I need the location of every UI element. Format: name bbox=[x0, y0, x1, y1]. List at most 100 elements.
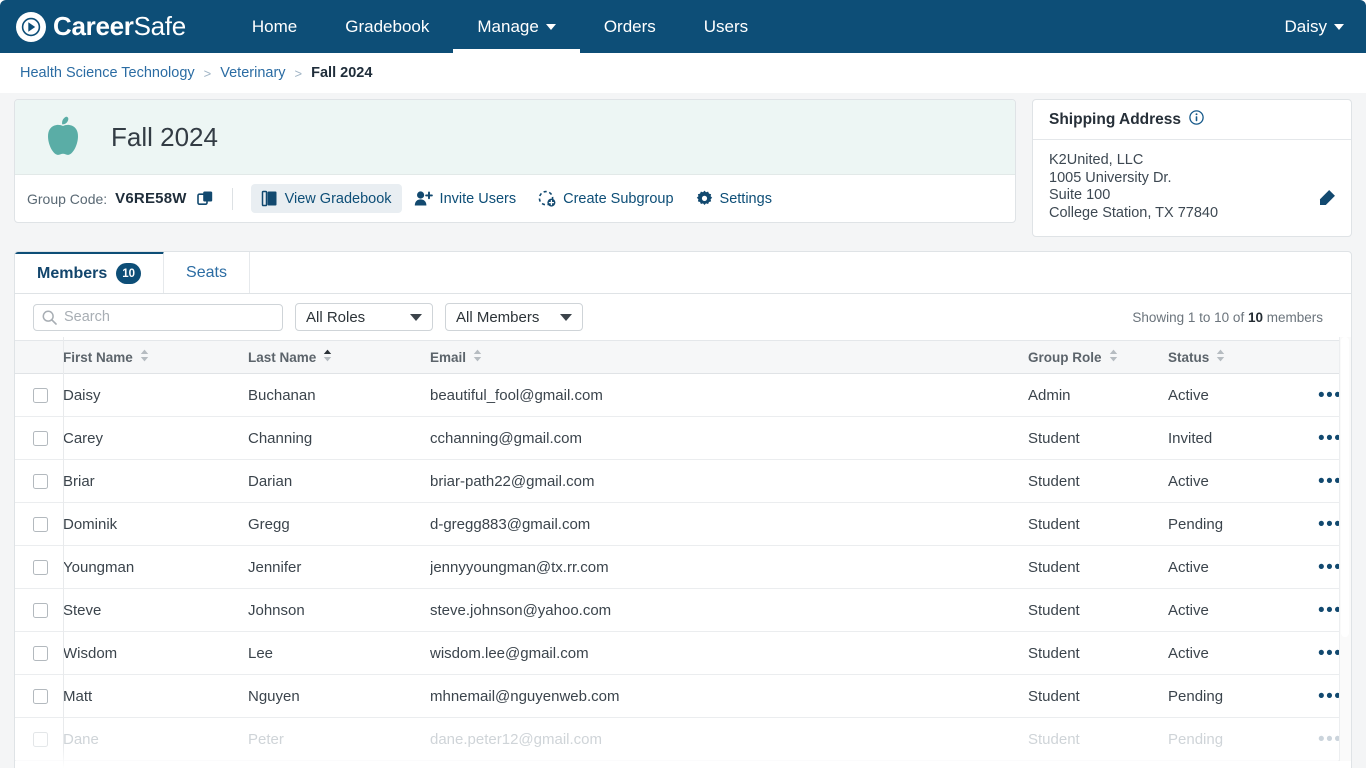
cell-last-name: Jennifer bbox=[248, 546, 430, 589]
tab-seats-label: Seats bbox=[186, 264, 227, 282]
shipping-line-0: K2United, LLC bbox=[1049, 152, 1335, 170]
table-row[interactable]: WisdomLeewisdom.lee@gmail.comStudentActi… bbox=[15, 632, 1352, 675]
shipping-address-header: Shipping Address bbox=[1033, 100, 1351, 140]
brand-light: Safe bbox=[134, 11, 186, 41]
info-circle-icon[interactable] bbox=[1189, 110, 1204, 130]
table-row[interactable]: BriarDarianbriar-path22@gmail.comStudent… bbox=[15, 460, 1352, 503]
column-status[interactable]: Status bbox=[1168, 341, 1318, 374]
members-table-head: First Name Last Name bbox=[15, 341, 1352, 374]
cell-email: mhnemail@nguyenweb.com bbox=[430, 675, 1028, 718]
tab-members[interactable]: Members 10 bbox=[15, 251, 164, 293]
row-select-cell bbox=[15, 546, 63, 589]
group-action-bar: Group Code: V6RE58W bbox=[15, 175, 1015, 222]
search-input[interactable] bbox=[33, 304, 283, 331]
table-scrollbar-thumb[interactable] bbox=[1341, 337, 1349, 637]
cell-first-name: Dane bbox=[63, 718, 248, 761]
cell-last-name: Channing bbox=[248, 417, 430, 460]
nav-item-manage[interactable]: Manage bbox=[453, 0, 579, 53]
row-select-cell bbox=[15, 675, 63, 718]
edit-pencil-icon[interactable] bbox=[1318, 188, 1337, 213]
table-row[interactable]: DaisyBuchananbeautiful_fool@gmail.comAdm… bbox=[15, 374, 1352, 417]
role-filter-value: All Roles bbox=[306, 309, 365, 326]
table-row[interactable]: MattNguyenmhnemail@nguyenweb.comStudentP… bbox=[15, 675, 1352, 718]
column-last-name-label: Last Name bbox=[248, 350, 316, 365]
table-row[interactable]: DominikGreggd-gregg883@gmail.comStudentP… bbox=[15, 503, 1352, 546]
cell-status: Active bbox=[1168, 374, 1318, 417]
cell-last-name: Buchanan bbox=[248, 374, 430, 417]
table-scrollbar[interactable] bbox=[1339, 337, 1351, 768]
sort-icon bbox=[473, 349, 482, 365]
apple-icon bbox=[43, 115, 83, 159]
view-gradebook-button[interactable]: View Gradebook bbox=[251, 184, 402, 213]
role-filter-select[interactable]: All Roles bbox=[295, 303, 433, 331]
nav-item-gradebook[interactable]: Gradebook bbox=[321, 0, 453, 53]
main-nav-items: Home Gradebook Manage Orders Users bbox=[228, 0, 772, 53]
table-row[interactable]: YoungmanJenniferjennyyoungman@tx.rr.comS… bbox=[15, 546, 1352, 589]
row-checkbox[interactable] bbox=[33, 689, 48, 704]
cell-group-role: Student bbox=[1028, 546, 1168, 589]
page-content: Fall 2024 Group Code: V6RE58W bbox=[0, 93, 1366, 768]
row-checkbox[interactable] bbox=[33, 560, 48, 575]
column-group-role-label: Group Role bbox=[1028, 350, 1102, 365]
nav-item-users[interactable]: Users bbox=[680, 0, 772, 53]
sort-icon bbox=[1109, 349, 1118, 365]
table-row[interactable]: CareyChanningcchanning@gmail.comStudentI… bbox=[15, 417, 1352, 460]
cell-status: Active bbox=[1168, 589, 1318, 632]
cell-first-name: Matt bbox=[63, 675, 248, 718]
showing-results-text: Showing 1 to 10 of 10 members bbox=[1132, 310, 1333, 325]
column-email[interactable]: Email bbox=[430, 341, 1028, 374]
column-group-role[interactable]: Group Role bbox=[1028, 341, 1168, 374]
cell-group-role: Student bbox=[1028, 589, 1168, 632]
nav-label-orders: Orders bbox=[604, 17, 656, 37]
cell-group-role: Student bbox=[1028, 417, 1168, 460]
row-select-cell bbox=[15, 632, 63, 675]
brand-wordmark: CareerSafe bbox=[53, 11, 186, 42]
view-gradebook-label: View Gradebook bbox=[285, 191, 392, 207]
copy-icon[interactable] bbox=[197, 190, 214, 207]
table-row[interactable]: DanePeterdane.peter12@gmail.comStudentPe… bbox=[15, 718, 1352, 761]
cell-last-name: Johnson bbox=[248, 589, 430, 632]
breadcrumb-item-0[interactable]: Health Science Technology bbox=[20, 65, 195, 81]
row-checkbox[interactable] bbox=[33, 732, 48, 747]
cell-email: dane.peter12@gmail.com bbox=[430, 718, 1028, 761]
row-checkbox[interactable] bbox=[33, 517, 48, 532]
group-code-label: Group Code: bbox=[27, 191, 107, 207]
tab-seats[interactable]: Seats bbox=[164, 252, 250, 293]
showing-suffix: members bbox=[1263, 310, 1323, 325]
showing-prefix: Showing 1 to 10 of bbox=[1132, 310, 1248, 325]
row-checkbox[interactable] bbox=[33, 431, 48, 446]
group-summary-card: Fall 2024 Group Code: V6RE58W bbox=[14, 99, 1016, 223]
settings-button[interactable]: Settings bbox=[686, 184, 782, 213]
cell-email: wisdom.lee@gmail.com bbox=[430, 632, 1028, 675]
cell-first-name: Wisdom bbox=[63, 632, 248, 675]
row-checkbox[interactable] bbox=[33, 474, 48, 489]
breadcrumb-item-1[interactable]: Veterinary bbox=[220, 65, 285, 81]
nav-item-home[interactable]: Home bbox=[228, 0, 321, 53]
action-divider bbox=[232, 188, 233, 210]
nav-label-gradebook: Gradebook bbox=[345, 17, 429, 37]
nav-item-orders[interactable]: Orders bbox=[580, 0, 680, 53]
cell-first-name: Steve bbox=[63, 589, 248, 632]
group-header: Fall 2024 bbox=[15, 100, 1015, 175]
members-count-badge: 10 bbox=[116, 263, 141, 284]
row-checkbox[interactable] bbox=[33, 603, 48, 618]
create-subgroup-button[interactable]: Create Subgroup bbox=[528, 184, 683, 213]
cell-last-name: Gregg bbox=[248, 503, 430, 546]
shipping-address-card: Shipping Address K2United, LLC 1005 Univ… bbox=[1032, 99, 1352, 237]
filter-bar: All Roles All Members Showing 1 to 10 of… bbox=[15, 294, 1351, 340]
membership-filter-select[interactable]: All Members bbox=[445, 303, 583, 331]
column-status-label: Status bbox=[1168, 350, 1209, 365]
invite-users-button[interactable]: Invite Users bbox=[404, 184, 527, 213]
column-last-name[interactable]: Last Name bbox=[248, 341, 430, 374]
column-first-name[interactable]: First Name bbox=[63, 341, 248, 374]
row-checkbox[interactable] bbox=[33, 388, 48, 403]
cell-first-name: Daisy bbox=[63, 374, 248, 417]
user-menu[interactable]: Daisy bbox=[1284, 17, 1344, 37]
table-row[interactable]: SteveJohnsonsteve.johnson@yahoo.comStude… bbox=[15, 589, 1352, 632]
row-select-cell bbox=[15, 460, 63, 503]
shipping-line-1: 1005 University Dr. bbox=[1049, 170, 1335, 188]
chevron-down-icon bbox=[1334, 24, 1344, 30]
brand-logo[interactable]: CareerSafe bbox=[16, 11, 186, 42]
row-checkbox[interactable] bbox=[33, 646, 48, 661]
shipping-address-title: Shipping Address bbox=[1049, 111, 1181, 129]
